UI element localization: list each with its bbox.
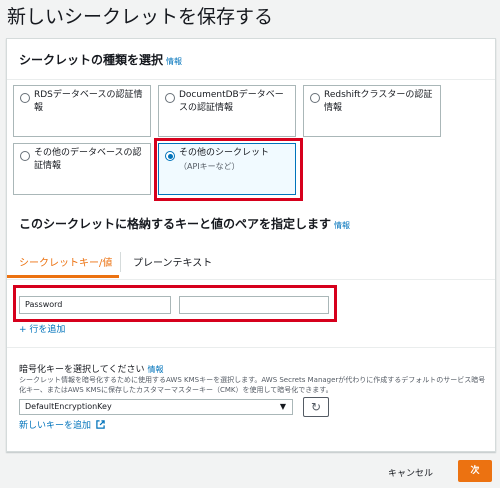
type-option-label: Redshiftクラスターの認証情報	[324, 90, 433, 113]
type-option-label: その他のデータベースの認証情報	[34, 148, 142, 171]
add-new-key-text: 新しいキーを追加	[19, 421, 92, 431]
encryption-description: シークレット情報を暗号化するために使用するAWS KMSキーを選択します。AWS…	[19, 376, 486, 394]
next-button[interactable]: 次	[458, 460, 492, 482]
radio-button[interactable]	[20, 151, 30, 161]
refresh-icon: ↻	[310, 400, 322, 414]
type-option-label: RDSデータベースの認証情報	[34, 90, 143, 113]
section-divider	[7, 347, 495, 348]
caret-down-icon: ▼	[279, 402, 286, 411]
external-link-icon	[96, 420, 105, 429]
kv-tabs: シークレットキー/値 プレーンテキスト	[7, 244, 495, 280]
secret-form-panel: シークレットの種類を選択 情報 RDSデータベースの認証情報 DocumentDB…	[6, 38, 496, 452]
active-tab-indicator	[7, 275, 119, 278]
radio-button[interactable]	[20, 93, 30, 103]
encryption-title: 暗号化キーを選択してください 情報	[19, 362, 163, 375]
type-option-redshift[interactable]: Redshiftクラスターの認証情報	[303, 85, 441, 137]
refresh-button[interactable]: ↻	[303, 397, 329, 417]
highlight-box-key-value	[13, 285, 337, 322]
kv-section-title: このシークレットに格納するキーと値のペアを指定します 情報	[19, 215, 350, 232]
kv-section-title-text: このシークレットに格納するキーと値のペアを指定します	[19, 217, 332, 231]
encryption-key-select[interactable]: DefaultEncryptionKey ▼	[19, 399, 293, 415]
radio-button[interactable]	[310, 93, 320, 103]
info-link[interactable]: 情報	[147, 365, 163, 374]
info-link[interactable]: 情報	[334, 221, 350, 230]
page-title: 新しいシークレットを保存する	[7, 6, 274, 28]
secret-type-title: シークレットの種類を選択 情報	[19, 51, 182, 68]
cancel-button[interactable]: キャンセル	[388, 466, 433, 479]
type-option-label: DocumentDBデータベースの認証情報	[179, 90, 284, 113]
highlight-box-secret-type	[154, 138, 303, 201]
type-option-rds[interactable]: RDSデータベースの認証情報	[13, 85, 151, 137]
add-row-link[interactable]: + 行を追加	[19, 322, 65, 335]
type-option-other-db[interactable]: その他のデータベースの認証情報	[13, 143, 151, 195]
tab-divider	[120, 252, 121, 272]
tab-secret-key-value[interactable]: シークレットキー/値	[19, 254, 112, 269]
secret-type-header: シークレットの種類を選択 情報	[7, 39, 495, 80]
encryption-title-text: 暗号化キーを選択してください	[19, 365, 145, 375]
type-option-documentdb[interactable]: DocumentDBデータベースの認証情報	[158, 85, 296, 137]
tab-plaintext[interactable]: プレーンテキスト	[133, 254, 212, 269]
radio-button[interactable]	[165, 93, 175, 103]
encryption-key-selected: DefaultEncryptionKey	[25, 402, 112, 411]
secret-type-title-text: シークレットの種類を選択	[19, 53, 164, 67]
info-link[interactable]: 情報	[166, 57, 182, 66]
add-new-key-link[interactable]: 新しいキーを追加	[19, 418, 105, 431]
